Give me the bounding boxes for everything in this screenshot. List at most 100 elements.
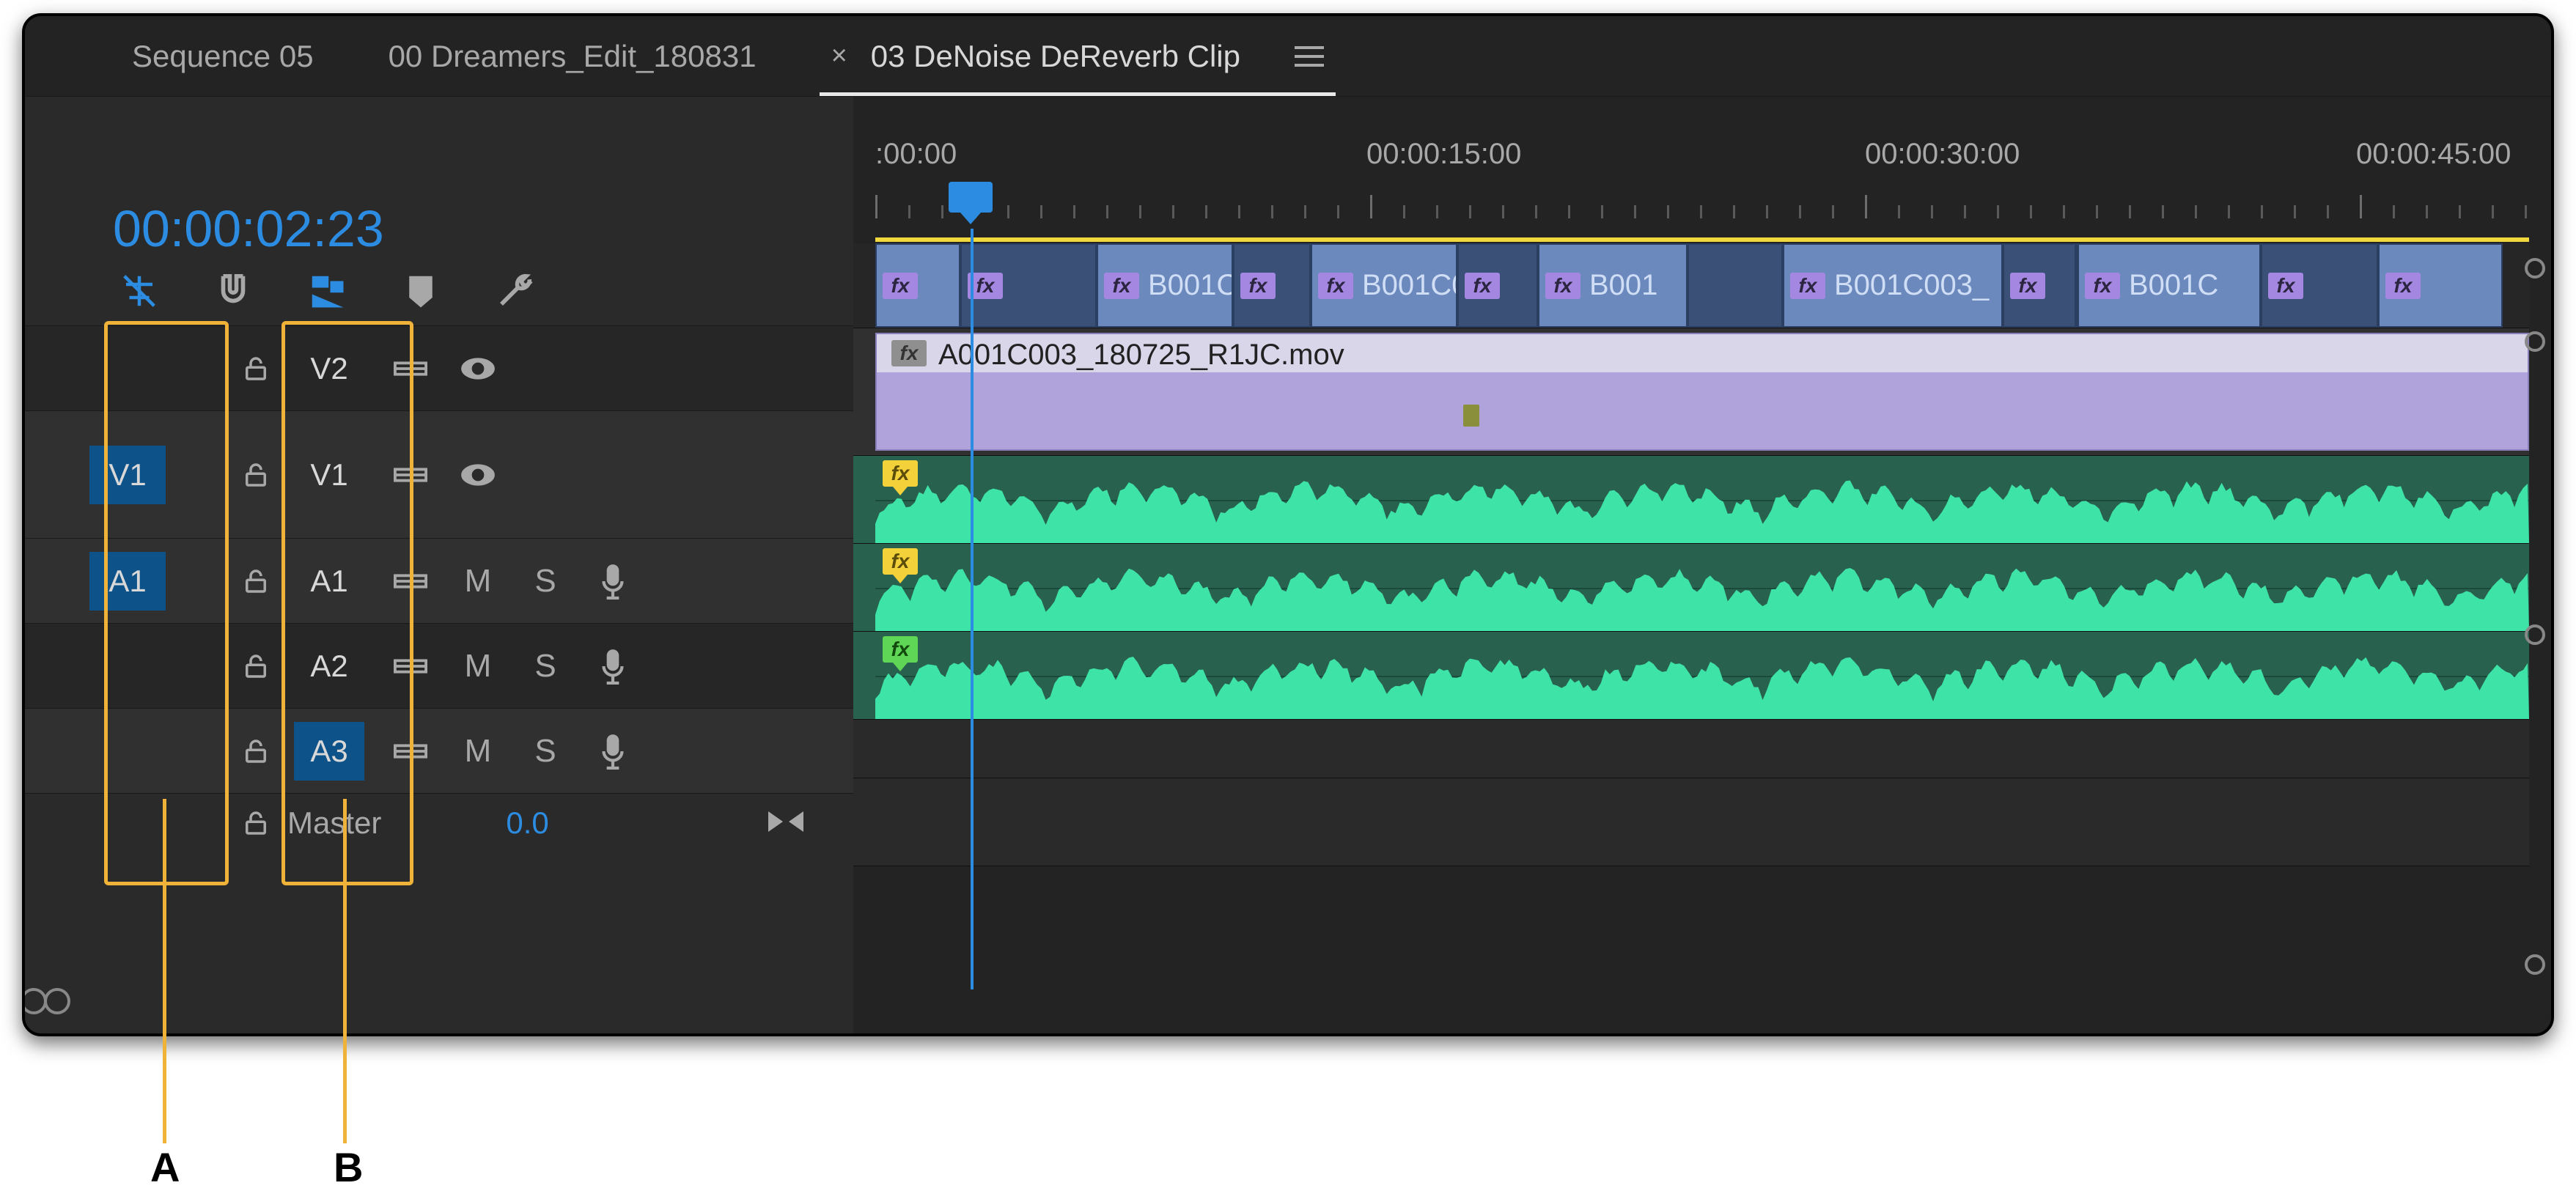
ruler-label: :00:00 [875,138,957,171]
track-v2[interactable]: fxfxfxB001CfxfxB001C00fxfxB001fxB001C003… [853,243,2529,328]
video-clip-v2[interactable]: fx [2261,243,2378,328]
clip-marker-icon[interactable] [1463,405,1479,427]
track-header-area: 00:00:02:23 [25,97,853,1033]
track-target-a3[interactable]: A3 [294,722,364,781]
ruler-label: 00:00:15:00 [1366,138,1521,171]
source-patch-v2[interactable] [89,339,166,398]
voiceover-a3[interactable] [579,733,647,770]
tab-denoise-dereverb[interactable]: × 03 DeNoise DeReverb Clip [827,16,1328,96]
source-patch-v1[interactable]: V1 [89,446,166,504]
fx-badge-icon[interactable]: fx [883,273,918,299]
track-a3[interactable]: fx [853,632,2529,720]
fx-badge-icon[interactable]: fx [2268,273,2303,299]
fx-badge-icon[interactable]: fx [1545,273,1580,299]
timeline-content[interactable]: :00:00 00:00:15:00 00:00:30:00 00:00:45:… [853,97,2551,1033]
linked-selection-icon[interactable] [306,270,347,311]
fx-badge-icon[interactable]: fx [2085,273,2120,299]
source-patch-a3[interactable] [89,722,166,781]
horizontal-zoom-scrollbar[interactable] [44,987,47,1016]
mute-a1[interactable]: M [444,563,512,600]
vertical-zoom-scrollbar[interactable] [2525,258,2547,975]
tab-dreamers-edit[interactable]: 00 Dreamers_Edit_180831 [384,16,761,96]
sync-lock-a3[interactable] [377,737,444,765]
video-clip-v2[interactable]: fxB001C00 [1311,243,1457,328]
fx-badge-icon[interactable]: fx [2385,273,2421,299]
master-volume-value[interactable]: 0.0 [506,805,548,841]
toggle-track-output-v1[interactable] [444,460,512,490]
lock-toggle-v1[interactable] [230,460,281,490]
solo-a1[interactable]: S [512,563,579,600]
stereo-link-icon[interactable] [765,807,806,840]
toggle-track-output-v2[interactable] [444,354,512,383]
fx-badge-icon[interactable]: fx [1318,273,1353,299]
source-patch-a2[interactable] [89,637,166,696]
source-patch-a1[interactable]: A1 [89,552,166,611]
fx-badge-icon[interactable]: fx [1465,273,1500,299]
video-clip-v2[interactable]: fxB001C003_ [1783,243,2003,328]
settings-wrench-icon[interactable] [494,270,535,311]
track-master[interactable] [853,720,2529,778]
video-clip-v2[interactable]: fx [2003,243,2076,328]
video-clip-v2[interactable]: fxB001C [1097,243,1233,328]
audio-clip-a3[interactable]: fx [875,632,2529,719]
track-target-v2[interactable]: V2 [294,339,364,398]
audio-clip-a1[interactable]: fx [875,456,2529,543]
vzoom-handle-bottom[interactable] [2525,954,2545,975]
sync-lock-v2[interactable] [377,355,444,383]
video-clip-v2[interactable]: fx [875,243,960,328]
sync-lock-a1[interactable] [377,567,444,595]
insert-overwrite-icon[interactable] [119,270,160,311]
video-clip-v2[interactable]: fxB001C [2078,243,2261,328]
close-tab-icon[interactable]: × [831,40,847,72]
work-area-bar[interactable] [875,237,2529,242]
sync-lock-v1[interactable] [377,461,444,489]
lock-toggle-a2[interactable] [230,651,281,682]
video-clip-v2[interactable]: fxB001 [1538,243,1688,328]
fx-badge-icon[interactable]: fx [1240,273,1276,299]
vzoom-handle-top[interactable] [2525,258,2545,279]
playhead-handle[interactable] [949,182,993,213]
lock-toggle-a1[interactable] [230,566,281,597]
voiceover-a1[interactable] [579,563,647,600]
vzoom-handle-2[interactable] [2525,331,2545,352]
zoom-handle-right[interactable] [22,988,47,1014]
lock-toggle-v2[interactable] [230,353,281,384]
video-clip-v2[interactable] [1688,243,1783,328]
vzoom-handle-3[interactable] [2525,624,2545,645]
ruler-label: 00:00:30:00 [1865,138,2020,171]
fx-badge-icon[interactable]: fx [1104,273,1139,299]
fx-badge-icon[interactable]: fx [891,340,927,366]
playhead-line [971,229,974,989]
video-clip-v2[interactable]: fx [1233,243,1311,328]
track-v1[interactable]: fx A001C003_180725_R1JC.mov [853,328,2529,456]
zoom-handle-left[interactable] [44,988,70,1014]
time-ruler[interactable]: :00:00 00:00:15:00 00:00:30:00 00:00:45:… [853,138,2529,233]
track-header-a3: A3 M S [25,708,853,793]
snap-magnet-icon[interactable] [213,270,254,311]
track-target-v1[interactable]: V1 [294,446,364,504]
track-a2[interactable]: fx [853,544,2529,632]
tab-sequence-05[interactable]: Sequence 05 [128,16,318,96]
track-a1[interactable]: fx [853,456,2529,544]
sync-lock-a2[interactable] [377,652,444,680]
video-clip-v2[interactable]: fx [1457,243,1538,328]
active-tab-underline [820,92,1336,96]
video-clip-v2[interactable]: fx [2378,243,2503,328]
playhead-timecode[interactable]: 00:00:02:23 [113,199,384,258]
panel-menu-icon[interactable] [1295,46,1324,67]
fx-badge-icon[interactable]: fx [2010,273,2045,299]
mute-a3[interactable]: M [444,733,512,770]
mute-a2[interactable]: M [444,648,512,685]
track-target-a1[interactable]: A1 [294,552,364,611]
track-target-a2[interactable]: A2 [294,637,364,696]
solo-a2[interactable]: S [512,648,579,685]
add-marker-icon[interactable] [400,270,441,311]
solo-a3[interactable]: S [512,733,579,770]
video-clip-v2[interactable]: fx [960,243,1097,328]
video-clip-v1[interactable]: fx A001C003_180725_R1JC.mov [875,333,2529,451]
lock-toggle-a3[interactable] [230,736,281,767]
audio-clip-a2[interactable]: fx [875,544,2529,631]
voiceover-a2[interactable] [579,648,647,685]
lock-toggle-master[interactable] [230,808,281,838]
fx-badge-icon[interactable]: fx [1790,273,1825,299]
